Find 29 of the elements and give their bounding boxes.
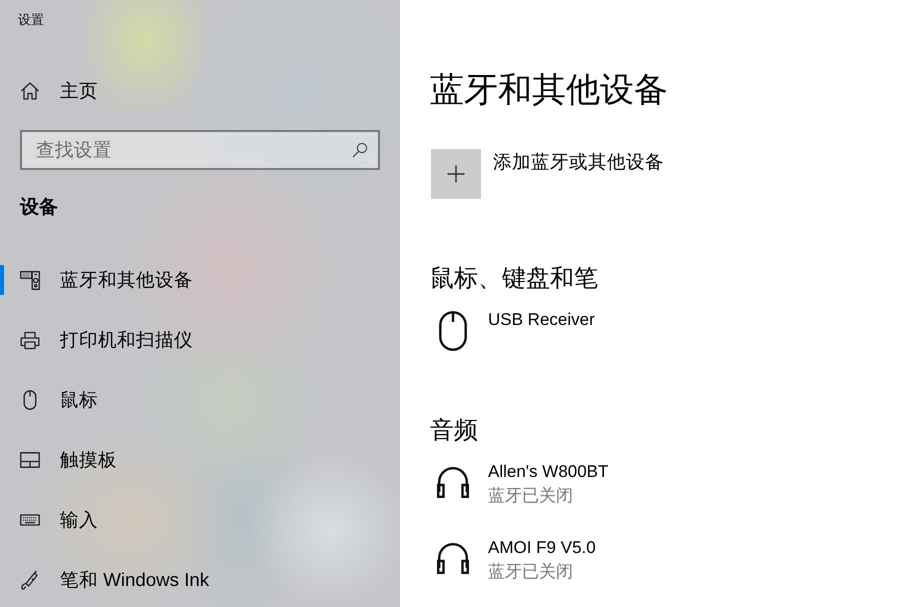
keyboard-speaker-icon bbox=[20, 270, 40, 290]
device-status: 蓝牙已关闭 bbox=[488, 561, 573, 583]
group-heading: 音频 bbox=[430, 416, 478, 446]
home-icon bbox=[20, 81, 40, 101]
section-label: 设备 bbox=[20, 196, 58, 220]
mouse-icon bbox=[439, 311, 467, 351]
headphones-icon bbox=[437, 541, 469, 574]
pen-icon bbox=[20, 570, 40, 590]
device-name[interactable]: USB Receiver bbox=[488, 308, 595, 332]
home-link[interactable]: 主页 bbox=[0, 71, 98, 111]
nav-item[interactable]: 鼠标 bbox=[0, 385, 98, 415]
nav-item[interactable]: 触摸板 bbox=[0, 445, 117, 475]
nav-item[interactable]: 蓝牙和其他设备 bbox=[0, 265, 193, 295]
nav-item[interactable]: 输入 bbox=[0, 505, 98, 535]
add-device-button[interactable]: 添加蓝牙或其他设备 bbox=[430, 149, 664, 199]
device-name[interactable]: Allen's W800BT bbox=[488, 460, 608, 484]
group-heading: 鼠标、键盘和笔 bbox=[430, 264, 598, 294]
page-title: 蓝牙和其他设备 bbox=[430, 70, 668, 111]
search-field[interactable]: 查找设置 bbox=[20, 130, 380, 170]
nav-item[interactable]: 打印机和扫描仪 bbox=[0, 325, 193, 355]
plus-icon bbox=[431, 149, 481, 199]
headphones-icon bbox=[437, 465, 469, 498]
device-name[interactable]: AMOI F9 V5.0 bbox=[488, 536, 596, 560]
touchpad-icon bbox=[20, 450, 40, 470]
search-icon[interactable] bbox=[352, 142, 368, 158]
nav-item[interactable]: 笔和 Windows Ink bbox=[0, 565, 210, 595]
device-status: 蓝牙已关闭 bbox=[488, 485, 573, 507]
printer-icon bbox=[20, 330, 40, 350]
window-title: 设置 bbox=[18, 11, 44, 29]
